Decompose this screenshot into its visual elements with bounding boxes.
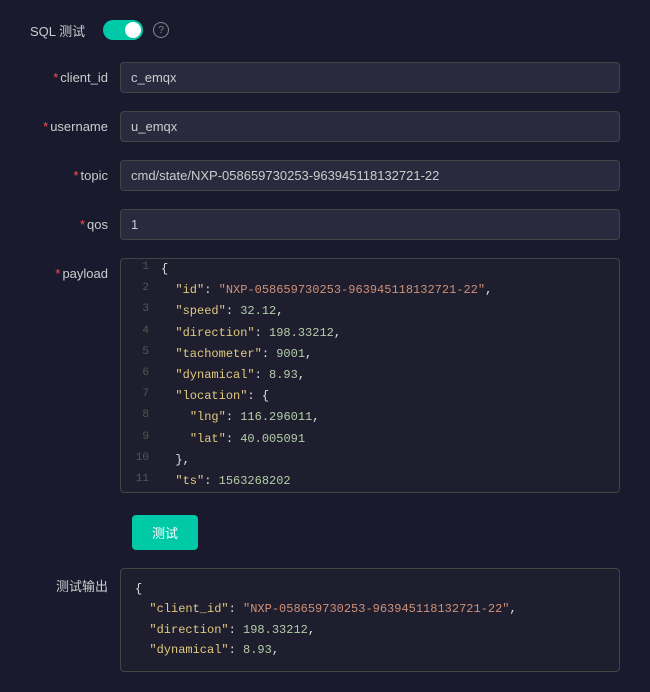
output-content: { "client_id": "NXP-058659730253-9639451…	[120, 568, 620, 672]
required-star-payload: *	[55, 266, 60, 281]
username-row: *username	[30, 111, 620, 142]
topic-input[interactable]	[120, 160, 620, 191]
username-input[interactable]	[120, 111, 620, 142]
required-star-topic: *	[73, 168, 78, 183]
test-button-row: 测试	[30, 511, 620, 550]
client-id-input[interactable]	[120, 62, 620, 93]
qos-input[interactable]	[120, 209, 620, 240]
payload-row: *payload 1{ 2 "id": "NXP-058659730253-96…	[30, 258, 620, 493]
output-section: 测试输出 { "client_id": "NXP-058659730253-96…	[30, 568, 620, 672]
topic-label: *topic	[30, 160, 120, 183]
required-star: *	[53, 70, 58, 85]
required-star-qos: *	[80, 217, 85, 232]
username-label: *username	[30, 111, 120, 134]
payload-editor[interactable]: 1{ 2 "id": "NXP-058659730253-96394511813…	[120, 258, 620, 493]
client-id-row: *client_id	[30, 62, 620, 93]
sql-toggle-row: SQL 测试 ?	[30, 20, 620, 40]
required-star-username: *	[43, 119, 48, 134]
qos-row: *qos	[30, 209, 620, 240]
topic-row: *topic	[30, 160, 620, 191]
client-id-label: *client_id	[30, 62, 120, 85]
qos-label: *qos	[30, 209, 120, 232]
help-icon[interactable]: ?	[153, 22, 169, 38]
toggle-slider	[103, 20, 143, 40]
sql-toggle-label: SQL 测试	[30, 21, 85, 40]
output-label: 测试输出	[30, 568, 120, 595]
payload-label: *payload	[30, 258, 120, 281]
test-button[interactable]: 测试	[132, 515, 198, 550]
sql-toggle-switch[interactable]	[103, 20, 143, 40]
